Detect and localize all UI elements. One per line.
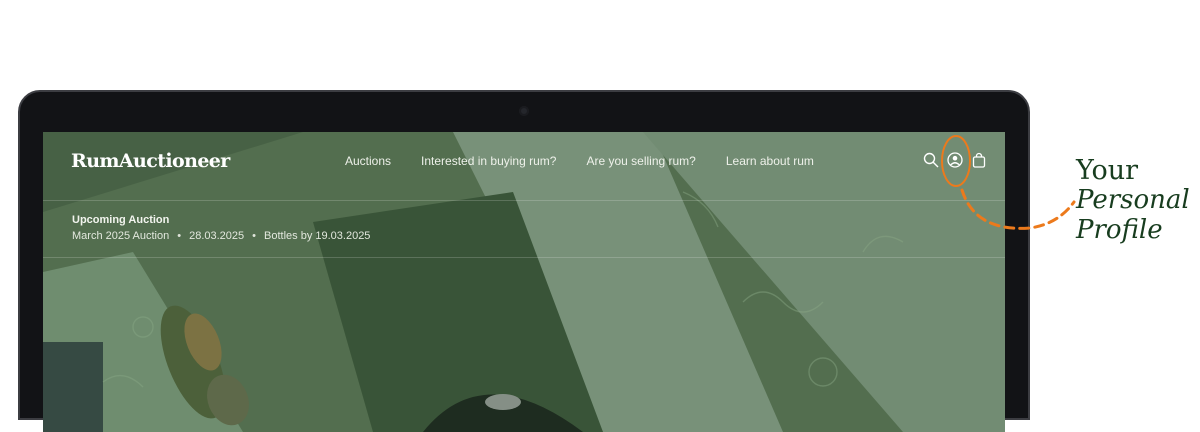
nav-item-auctions[interactable]: Auctions [345,154,391,168]
nav-item-selling[interactable]: Are you selling rum? [586,154,695,168]
callout-line-2: Personal [1076,185,1190,216]
personal-profile-callout: Your Personal Profile [1076,155,1190,246]
top-navigation: RumAuctioneer Auctions Interested in buy… [43,132,1005,201]
website-screen: RumAuctioneer Auctions Interested in buy… [43,132,1005,432]
main-menu: Auctions Interested in buying rum? Are y… [345,154,814,168]
header-icons [923,152,987,168]
webcam [519,106,529,116]
upcoming-auction-label: Upcoming Auction [72,214,170,226]
upcoming-auction-details: March 2025 Auction • 28.03.2025 • Bottle… [72,230,370,242]
user-profile-icon[interactable] [947,152,963,168]
auction-name[interactable]: March 2025 Auction [72,230,169,242]
callout-line-3: Profile [1076,214,1163,245]
search-icon[interactable] [923,152,939,168]
auction-date: 28.03.2025 [189,230,245,242]
callout-line-1: Your [1076,155,1139,186]
separator-dot: • [252,230,257,242]
nav-item-buying[interactable]: Interested in buying rum? [421,154,556,168]
site-logo[interactable]: RumAuctioneer [71,150,230,172]
shopping-bag-icon[interactable] [971,152,987,168]
upcoming-auction-bar: Upcoming Auction March 2025 Auction • 28… [43,201,1005,258]
bottles-deadline: Bottles by 19.03.2025 [264,230,371,242]
nav-item-learn[interactable]: Learn about rum [726,154,814,168]
laptop-frame: RumAuctioneer Auctions Interested in buy… [18,90,1030,432]
separator-dot: • [177,230,182,242]
